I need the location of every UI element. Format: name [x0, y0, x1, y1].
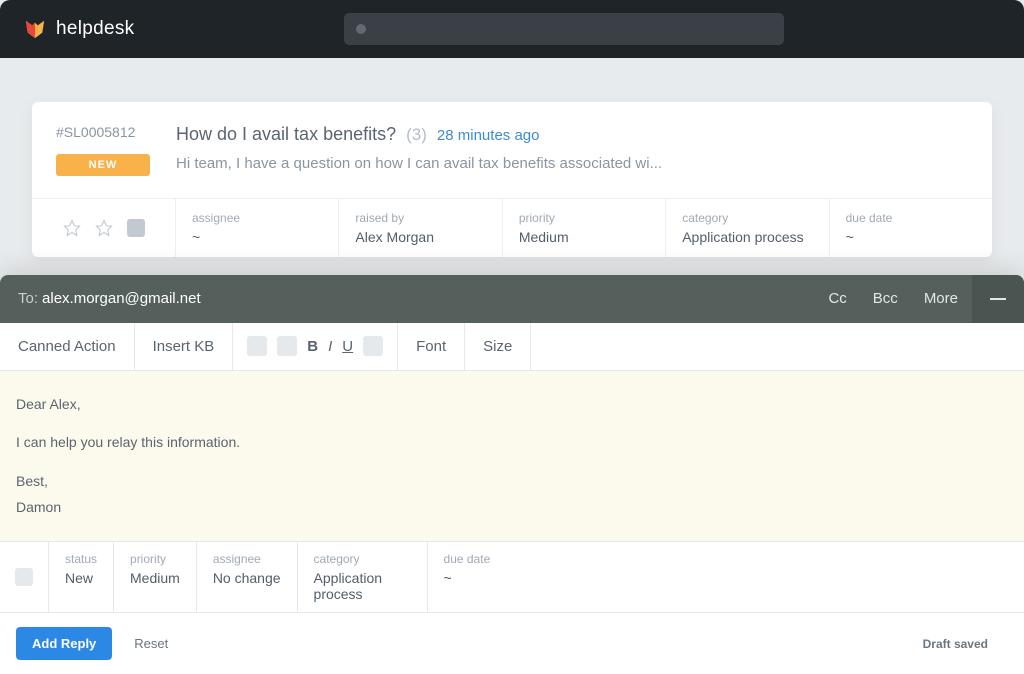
italic-button[interactable]: I: [328, 338, 332, 355]
meta-priority[interactable]: priority Medium: [503, 199, 666, 257]
reply-meta-priority[interactable]: priority Medium: [113, 542, 196, 612]
format-placeholder-3-icon[interactable]: [363, 336, 383, 356]
editor-toolbar: Canned Action Insert KB B I U Font Size: [0, 323, 1024, 371]
ticket-card: #SL0005812 NEW How do I avail tax benefi…: [32, 102, 992, 257]
draft-status: Draft saved: [923, 637, 988, 651]
body-signature: Damon: [16, 494, 1008, 521]
meta-assignee[interactable]: assignee ~: [176, 199, 339, 257]
bold-button[interactable]: B: [307, 338, 318, 355]
star-icon[interactable]: [63, 219, 81, 237]
bcc-button[interactable]: Bcc: [873, 290, 898, 307]
ticket-actions: [32, 199, 176, 257]
more-button[interactable]: More: [924, 290, 958, 307]
minimize-button[interactable]: [972, 275, 1024, 323]
body-content: I can help you relay this information.: [16, 429, 1008, 456]
cc-button[interactable]: Cc: [828, 290, 846, 307]
message-body[interactable]: Dear Alex, I can help you relay this inf…: [0, 371, 1024, 541]
reply-meta-due-date[interactable]: due date ~: [427, 542, 1024, 612]
app-header: helpdesk: [0, 0, 1024, 58]
format-placeholder-1-icon[interactable]: [247, 336, 267, 356]
meta-raised-by[interactable]: raised by Alex Morgan: [339, 199, 502, 257]
ticket-timestamp: 28 minutes ago: [437, 127, 540, 144]
font-select[interactable]: Font: [398, 323, 465, 370]
ticket-title[interactable]: How do I avail tax benefits?: [176, 124, 396, 145]
meta-category[interactable]: category Application process: [666, 199, 829, 257]
ticket-snippet: Hi team, I have a question on how I can …: [176, 155, 968, 172]
search-indicator-icon: [356, 24, 366, 34]
ticket-reply-count: (3): [406, 125, 427, 145]
star-outline-icon[interactable]: [95, 219, 113, 237]
reply-header: To: alex.morgan@gmail.net Cc Bcc More: [0, 275, 1024, 323]
reply-checkbox[interactable]: [0, 542, 48, 612]
search-input[interactable]: [344, 13, 784, 45]
format-placeholder-2-icon[interactable]: [277, 336, 297, 356]
insert-kb-button[interactable]: Insert KB: [135, 323, 234, 370]
meta-due-date[interactable]: due date ~: [830, 199, 992, 257]
ticket-id: #SL0005812: [56, 124, 176, 140]
brand-name: helpdesk: [56, 18, 134, 40]
reply-meta-status[interactable]: status New: [48, 542, 113, 612]
reset-button[interactable]: Reset: [134, 636, 168, 651]
body-signoff: Best,: [16, 468, 1008, 495]
body-greeting: Dear Alex,: [16, 391, 1008, 418]
reply-panel: To: alex.morgan@gmail.net Cc Bcc More Ca…: [0, 275, 1024, 674]
reply-meta-assignee[interactable]: assignee No change: [196, 542, 297, 612]
minimize-icon: [990, 298, 1006, 300]
to-label: To:: [18, 290, 38, 307]
underline-button[interactable]: U: [342, 338, 353, 355]
size-select[interactable]: Size: [465, 323, 531, 370]
action-placeholder-icon[interactable]: [127, 219, 145, 237]
to-email[interactable]: alex.morgan@gmail.net: [42, 290, 201, 307]
reply-meta-category[interactable]: category Application process: [297, 542, 427, 612]
status-badge: NEW: [56, 154, 150, 176]
add-reply-button[interactable]: Add Reply: [16, 627, 112, 660]
canned-action-button[interactable]: Canned Action: [0, 323, 135, 370]
fox-logo-icon: [24, 18, 46, 40]
